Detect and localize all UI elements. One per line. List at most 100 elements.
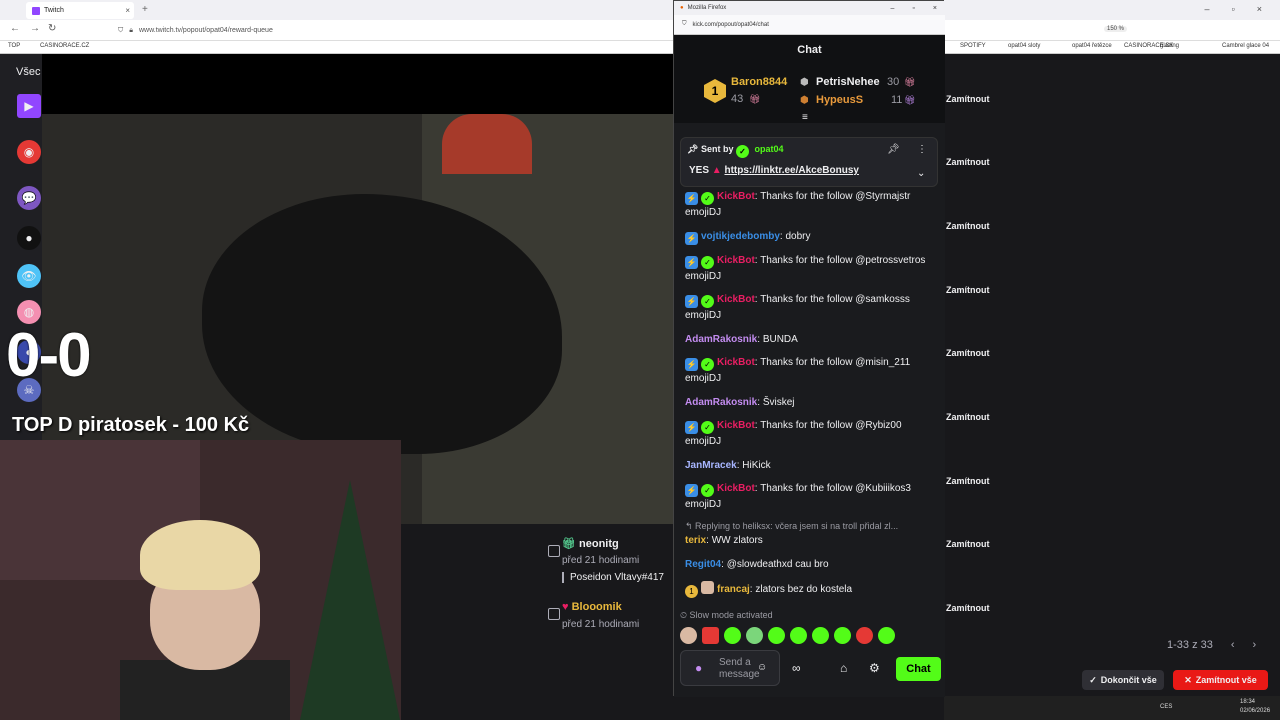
send-chat-button[interactable]: Chat [896, 657, 941, 681]
channel-avatar[interactable]: ▶ [17, 94, 41, 118]
bookmark[interactable]: opat04 řetězce [1072, 43, 1112, 49]
chat-username[interactable]: KickBot [717, 357, 755, 368]
reject-button[interactable]: Zamítnout [944, 216, 992, 236]
verified-badge-icon: ✓ [701, 192, 714, 205]
emote[interactable] [856, 627, 873, 644]
close-window-icon[interactable]: × [933, 5, 937, 12]
reject-button[interactable]: Zamítnout [944, 598, 992, 618]
emoji-icon[interactable]: ☺ [757, 662, 767, 673]
close-window-icon[interactable]: × [1257, 4, 1262, 14]
chat-username[interactable]: Regit04 [685, 559, 721, 570]
chat-username[interactable]: KickBot [717, 420, 755, 431]
chat-username[interactable]: francaj [717, 584, 750, 595]
clock-icon: ⏲ [680, 610, 690, 620]
chat-username[interactable]: KickBot [717, 191, 755, 202]
bot-badge-icon: ⚡ [685, 295, 698, 308]
emote[interactable] [724, 627, 741, 644]
bot-badge-icon: ⚡ [685, 421, 698, 434]
more-options-icon[interactable]: ⋮ [917, 144, 927, 155]
shield-icon: ⛉ [118, 26, 124, 34]
new-tab-button[interactable]: + [142, 4, 148, 15]
streamer-hair [140, 520, 260, 590]
chat-username[interactable]: vojtikjedebomby [701, 231, 780, 242]
language-indicator[interactable]: CES [1160, 704, 1172, 710]
chat-username[interactable]: KickBot [717, 255, 755, 266]
queue-checkbox[interactable] [548, 608, 560, 620]
emote[interactable] [878, 627, 895, 644]
leader-name[interactable]: Baron8844 [731, 76, 787, 88]
gear-icon[interactable]: ⚙ [869, 661, 880, 675]
reply-hint-text: Replying to heliksx: včera jsem si na tr… [695, 521, 899, 531]
queue-checkbox[interactable] [548, 545, 560, 557]
shield-icon: ⛉ [682, 21, 687, 27]
chevron-down-icon[interactable]: ⌄ [917, 168, 925, 179]
gift-icon: 🎁︎ [749, 94, 761, 104]
emote[interactable] [746, 627, 763, 644]
infinity-icon[interactable]: ∞ [792, 661, 801, 675]
chat-username[interactable]: AdamRakosnik [685, 397, 757, 408]
page-range: 1-33 z 33 [1167, 639, 1213, 651]
zoom-level[interactable]: 150 % [1104, 26, 1128, 32]
bookmark[interactable]: Cambrel glace 04 [1222, 43, 1269, 49]
reject-button[interactable]: Zamítnout [944, 89, 992, 109]
chat-username[interactable]: KickBot [717, 294, 755, 305]
collapse-leaderboard-icon[interactable]: ≡ [802, 112, 808, 123]
channel-avatar[interactable]: ● [17, 226, 41, 250]
next-page-icon[interactable]: › [1253, 639, 1257, 651]
bookmark[interactable]: TOP [8, 43, 20, 49]
reject-button[interactable]: Zamítnout [944, 280, 992, 300]
leader-name[interactable]: PetrisNehee [816, 76, 880, 88]
pinned-link[interactable]: https://linktr.ee/AkceBonusy [724, 165, 858, 176]
reject-all-button[interactable]: ✕ Zamítnout vše [1173, 670, 1268, 690]
forward-icon[interactable]: → [30, 23, 40, 34]
channel-avatar[interactable]: 👁 [17, 264, 41, 288]
address-bar[interactable]: ⛉ 🔒︎ www.twitch.tv/popout/opat04/reward-… [118, 23, 658, 38]
pagination: 1-33 z 33 ‹ › [1167, 639, 1256, 651]
chat-username[interactable]: terix [685, 535, 706, 546]
reject-button[interactable]: Zamítnout [944, 407, 992, 427]
rank-3-icon: ⬢ [800, 95, 809, 106]
sidebar-heading: Všec [16, 66, 41, 78]
leader-name[interactable]: HypeusS [816, 94, 863, 106]
popup-address-bar[interactable]: ⛉ kick.com/popout/opat04/chat [674, 15, 945, 35]
maximize-icon[interactable]: ▫ [1232, 4, 1235, 14]
bookmark[interactable]: glazing [1160, 43, 1179, 49]
kick-chat-popup-window: ● Mozilla Firefox – ▫ × ⛉ kick.com/popou… [673, 0, 945, 697]
kick-chat: Chat 1 Baron8844 43 🎁︎ ⬢ PetrisNehee 30 … [674, 35, 945, 697]
bookmark[interactable]: SPOTIFY [960, 43, 986, 49]
emote[interactable] [702, 627, 719, 644]
browser-tab-twitch[interactable]: Twitch × [26, 2, 134, 19]
bookmark[interactable]: opat04 sloty [1008, 43, 1040, 49]
channel-avatar[interactable]: 💬 [17, 186, 41, 210]
emote[interactable] [768, 627, 785, 644]
emote[interactable] [812, 627, 829, 644]
bookmarks-bar: TOP CASINORACE.CZ SPOTIFY opat04 sloty o… [0, 41, 1280, 54]
chat-username[interactable]: AdamRakosnik [685, 334, 757, 345]
store-icon[interactable]: ⌂ [840, 661, 847, 675]
emote[interactable] [834, 627, 851, 644]
chat-username[interactable]: JanMracek [685, 460, 737, 471]
channel-avatar[interactable]: ◉ [17, 140, 41, 164]
emote[interactable] [790, 627, 807, 644]
verified-badge-icon: ✓ [701, 256, 714, 269]
chat-message: AdamRakosnik: Šviskej [685, 397, 795, 408]
reject-button[interactable]: Zamítnout [944, 152, 992, 172]
close-tab-icon[interactable]: × [125, 6, 130, 15]
reload-icon[interactable]: ↻ [48, 23, 56, 34]
reject-button[interactable]: Zamítnout [944, 534, 992, 554]
pin-icon[interactable]: 📌︎ [887, 144, 900, 155]
complete-all-button[interactable]: ✓ Dokončit vše [1082, 670, 1164, 690]
minimize-icon[interactable]: – [891, 5, 895, 12]
system-taskbar: CES 18:34 02/06/2026 [944, 696, 1280, 720]
minimize-icon[interactable]: – [1205, 4, 1210, 14]
chat-username[interactable]: KickBot [717, 483, 755, 494]
reject-button[interactable]: Zamítnout [944, 343, 992, 363]
back-icon[interactable]: ← [10, 23, 20, 34]
pinned-user[interactable]: opat04 [755, 144, 784, 154]
prev-page-icon[interactable]: ‹ [1231, 639, 1235, 651]
message-input[interactable]: ● Send a message ☺ [680, 650, 780, 686]
emote[interactable] [680, 627, 697, 644]
reject-button[interactable]: Zamítnout [944, 471, 992, 491]
maximize-icon[interactable]: ▫ [912, 5, 914, 12]
bookmark[interactable]: CASINORACE.CZ [40, 43, 89, 49]
